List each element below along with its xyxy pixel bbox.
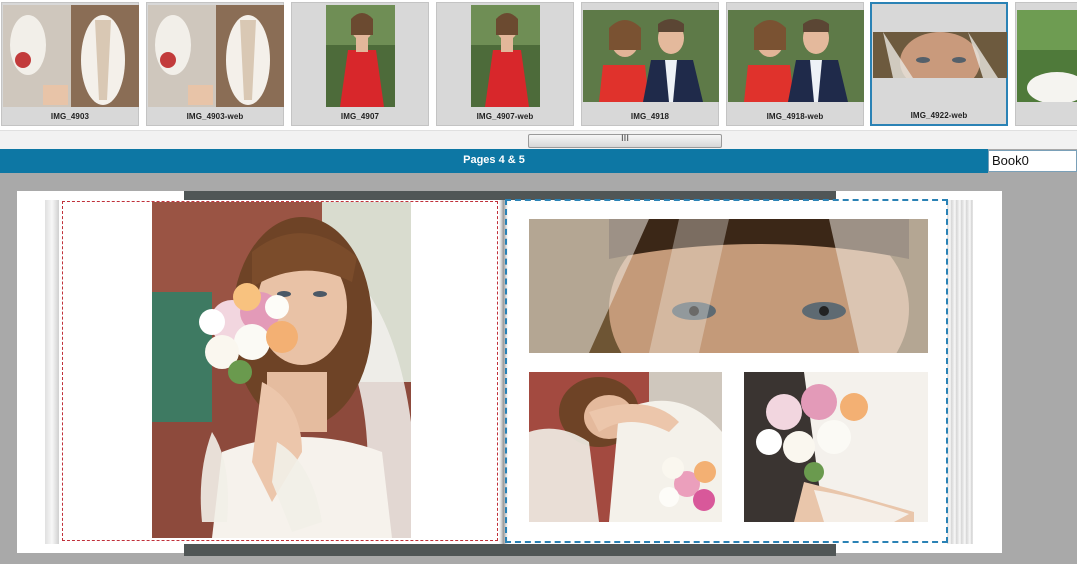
thumbnail-image — [471, 5, 540, 107]
thumbnail-image — [873, 32, 1007, 78]
thumbnail-img-4922-web[interactable]: IMG_4922-web — [870, 2, 1008, 126]
thumbnail-img-4903-web[interactable]: IMG_4903-web — [146, 2, 284, 126]
photo-filmstrip: IMG_4903 IMG_4903-web IMG_4907 IMG_4907-… — [0, 0, 1077, 130]
thumbnail-caption: IMG_4918-web — [766, 112, 824, 121]
book-page-edge-right — [947, 200, 973, 544]
divider — [0, 173, 1077, 191]
thumbnail-caption: IMG_4907-web — [476, 112, 534, 121]
thumbnail-image — [1017, 10, 1077, 102]
book-page-edge-left — [45, 200, 59, 544]
spread-title: Pages 4 & 5 — [463, 154, 525, 166]
thumbnail-img-4903[interactable]: IMG_4903 — [1, 2, 139, 126]
filmstrip-scrollbar[interactable]: III — [0, 130, 1077, 149]
thumbnail-partial[interactable] — [1015, 2, 1077, 126]
thumbnail-image — [728, 10, 864, 102]
thumbnail-caption: IMG_4903 — [50, 112, 90, 121]
thumbnail-caption: IMG_4903-web — [186, 112, 244, 121]
book-cover-shadow — [184, 544, 836, 556]
spread-title-bar: Pages 4 & 5 — [0, 149, 988, 173]
thumbnail-caption: IMG_4907 — [340, 112, 380, 121]
thumbnail-image — [148, 5, 284, 107]
thumbnail-caption: IMG_4918 — [630, 112, 670, 121]
grip-icon: III — [621, 134, 629, 144]
thumbnail-img-4907[interactable]: IMG_4907 — [291, 2, 429, 126]
thumbnail-img-4907-web[interactable]: IMG_4907-web — [436, 2, 574, 126]
page-5-selection-frame — [505, 199, 948, 543]
thumbnail-caption: IMG_4922-web — [910, 111, 968, 120]
page-4-selection-frame — [62, 201, 498, 541]
thumbnail-img-4918-web[interactable]: IMG_4918-web — [726, 2, 864, 126]
thumbnail-img-4918[interactable]: IMG_4918 — [581, 2, 719, 126]
thumbnail-image — [326, 5, 395, 107]
thumbnail-image — [3, 5, 139, 107]
scrollbar-thumb[interactable]: III — [528, 134, 722, 148]
book-name-field[interactable]: Book0 — [988, 150, 1077, 172]
thumbnail-image — [583, 10, 719, 102]
